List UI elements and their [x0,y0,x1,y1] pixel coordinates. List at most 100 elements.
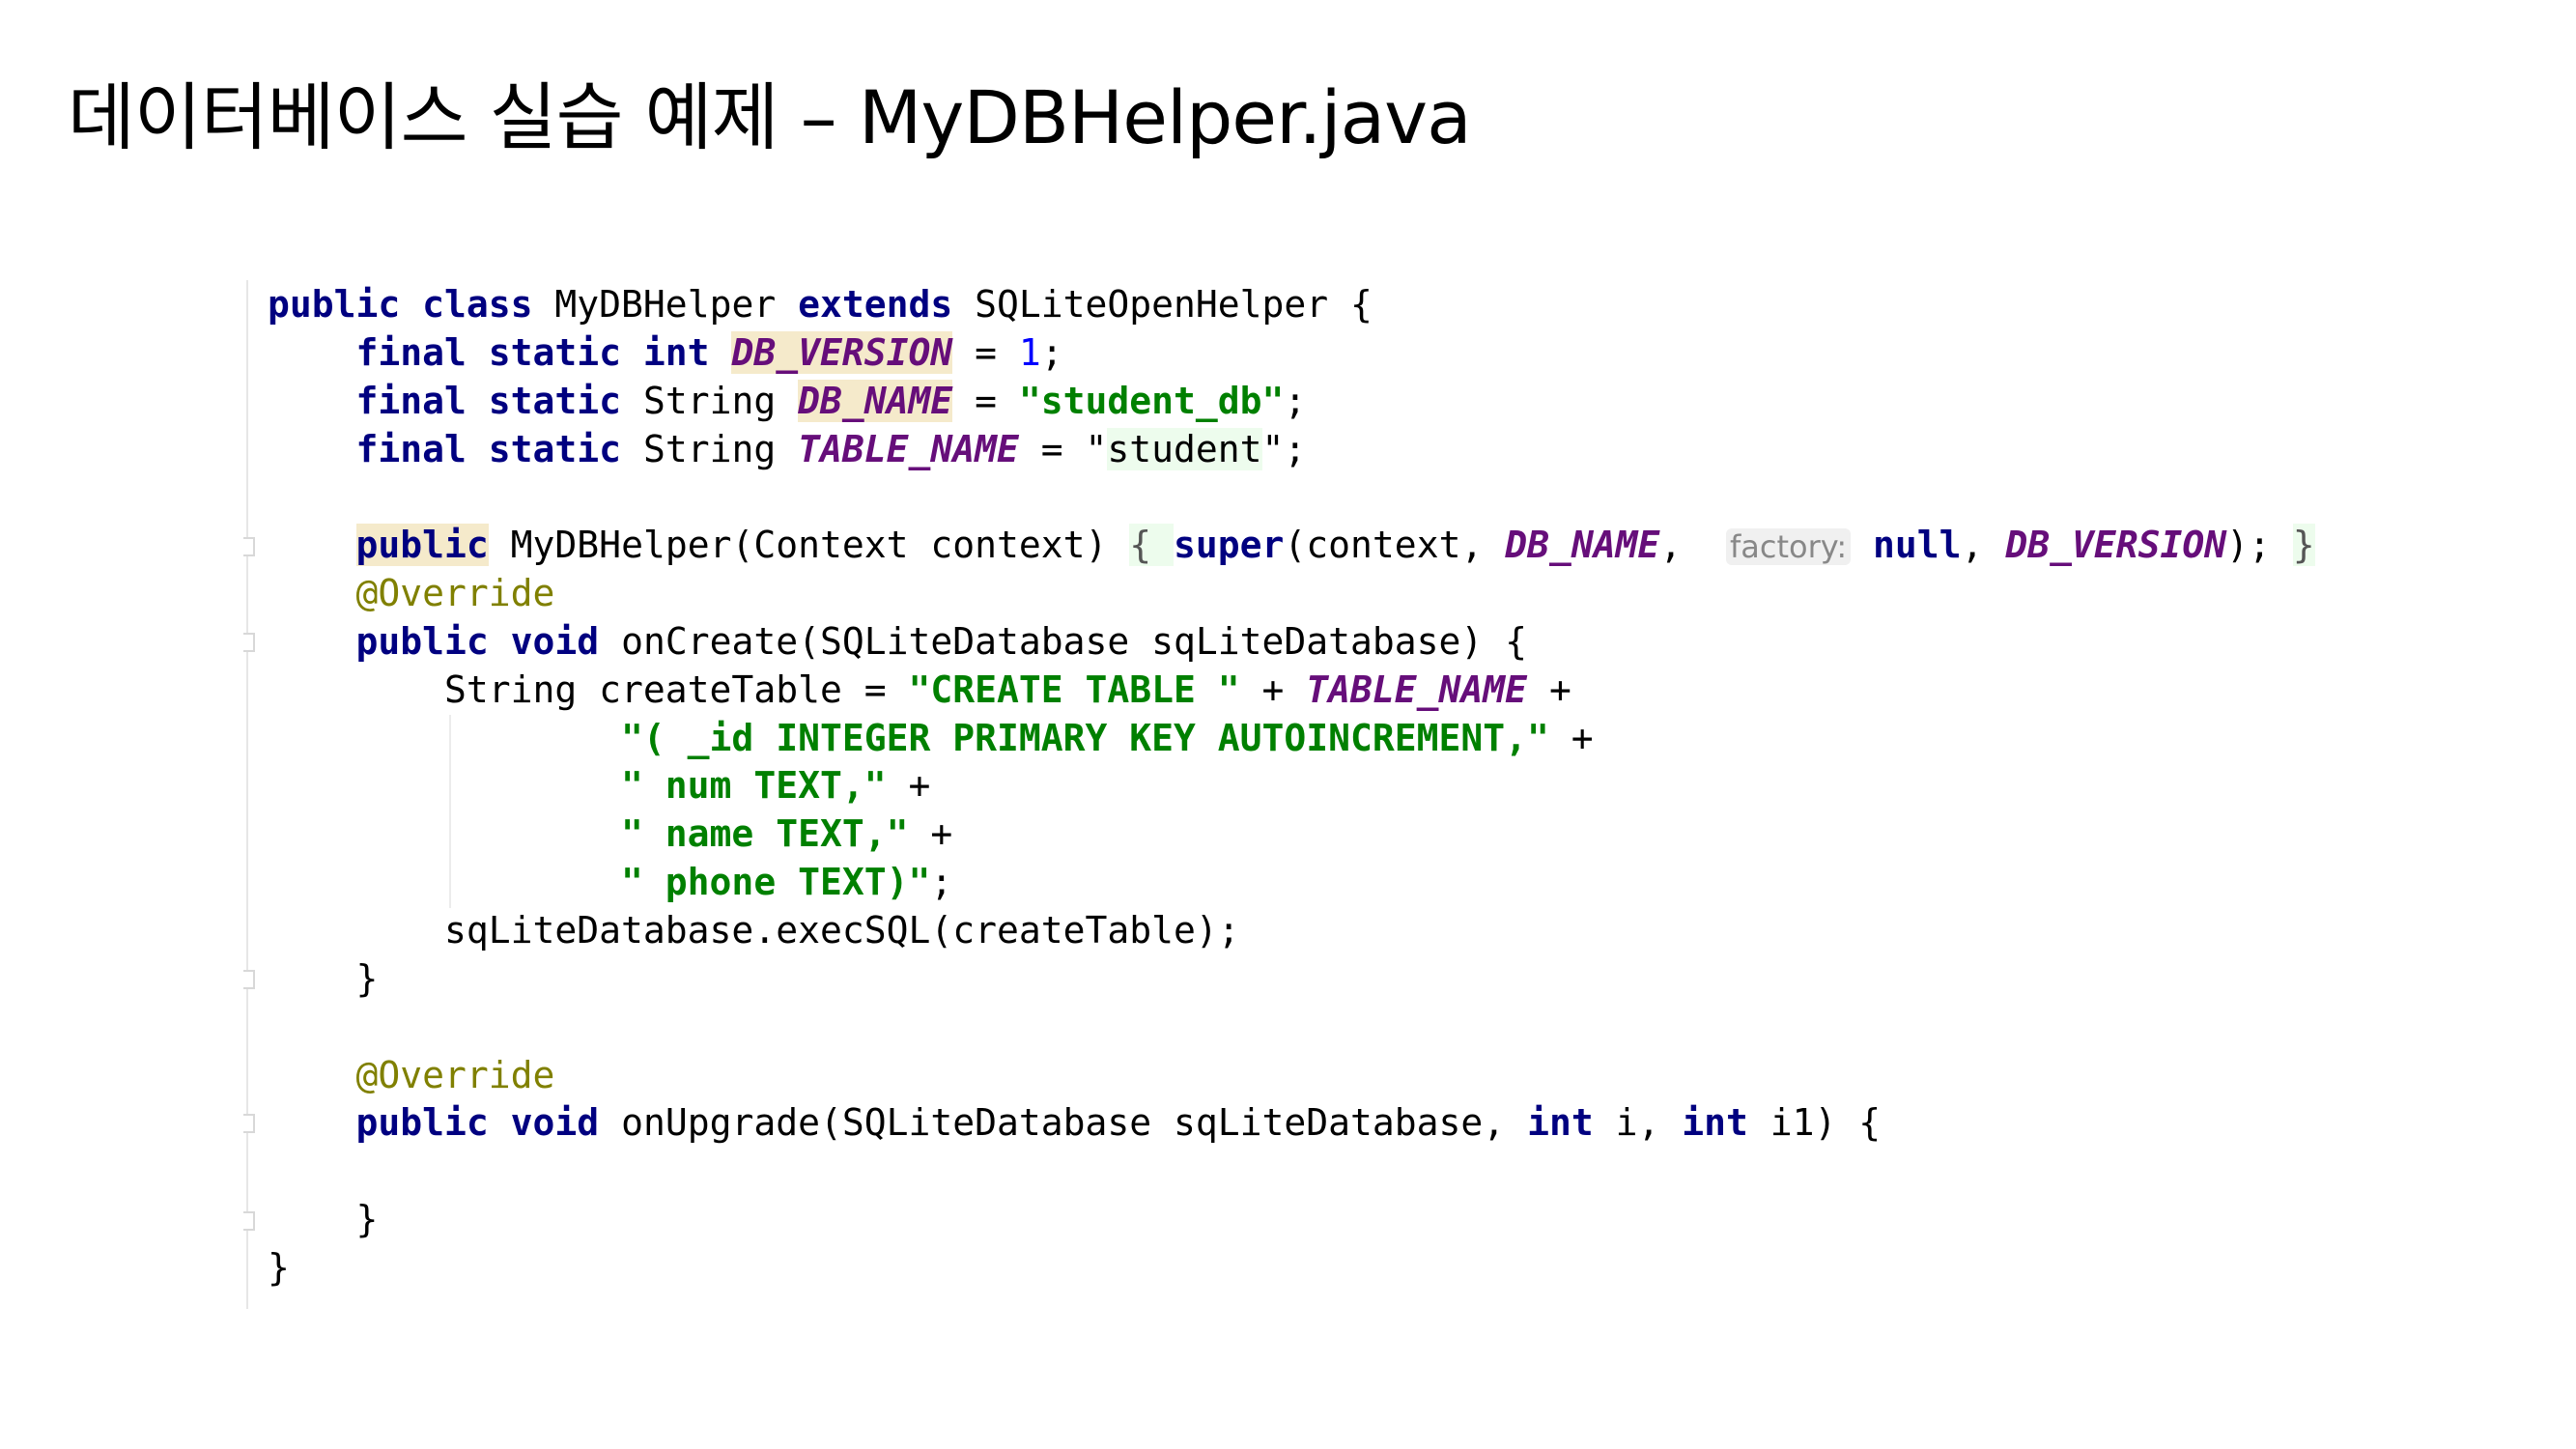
code-line: " name TEXT," + [268,810,2315,859]
fold-marker-icon[interactable] [243,1114,255,1133]
code-token: DB_NAME [798,379,953,422]
code-token: student [1107,427,1262,470]
code-line: " num TEXT," + [268,762,2315,810]
code-token: final static int [355,330,732,374]
fold-marker-icon[interactable] [243,1211,255,1231]
code-line: "( _id INTEGER PRIMARY KEY AUTOINCREMENT… [268,715,2315,763]
code-token: TABLE_NAME [798,427,1019,470]
code-token: null [1873,524,1962,567]
code-token: "CREATE TABLE " [908,668,1240,711]
parameter-hint: factory: [1726,528,1852,566]
code-token: public [355,524,489,567]
code-line: public class MyDBHelper extends SQLiteOp… [268,281,2315,329]
code-token: public void [355,619,622,663]
code-token: { [1129,524,1175,567]
editor-gutter [246,280,248,1309]
code-token: public void [355,1101,622,1145]
code-token: String [642,427,799,470]
code-token: ; [1040,330,1063,374]
code-token: + [1527,668,1571,711]
code-line: final static int DB_VERSION = 1; [268,329,2315,378]
code-token: int [1682,1101,1770,1145]
code-line: @Override [268,1052,2315,1100]
code-token: String createTable = [268,668,909,711]
code-token: extends [798,283,976,326]
code-token: @Override [355,1053,555,1096]
code-token: = " [1018,427,1108,470]
slide-title: 데이터베이스 실습 예제 – MyDBHelper.java [68,74,1472,160]
code-token: ; [1284,379,1307,422]
code-token: DB_NAME [1505,524,1660,567]
code-token: "( _id INTEGER PRIMARY KEY AUTOINCREMENT… [621,716,1549,759]
code-token: ; [930,861,953,904]
code-token: " num TEXT," [621,764,887,808]
code-token: 1 [1018,330,1041,374]
code-line: final static String TABLE_NAME = "studen… [268,426,2315,474]
code-line: sqLiteDatabase.execSQL(createTable); [268,907,2315,955]
code-token: = [952,330,1019,374]
code-token: + [886,764,931,808]
code-line: public MyDBHelper(Context context) { sup… [268,522,2315,570]
code-token: } [2292,524,2315,567]
code-token: , [1961,524,2006,567]
code-token: ); [2226,524,2293,567]
code-token: public class [268,283,555,326]
code-token: final static [355,379,643,422]
code-token: @Override [355,572,555,615]
code-line: @Override [268,570,2315,618]
code-token: , [1659,524,1726,567]
code-token: (context, [1284,524,1506,567]
code-token: + [908,812,953,856]
code-token: " name TEXT," [621,812,909,856]
code-line: " phone TEXT)"; [268,859,2315,907]
code-token: + [1239,668,1307,711]
code-token: } [268,1245,290,1289]
code-token: super [1174,524,1285,567]
code-token: i1) { [1769,1101,1882,1145]
code-line: } [268,955,2315,1004]
code-token: int [1527,1101,1616,1145]
code-line: public void onUpgrade(SQLiteDatabase sqL… [268,1099,2315,1148]
code-token: MyDBHelper(Context context) [488,524,1130,567]
code-token: String [642,379,799,422]
code-line: } [268,1244,2315,1293]
code-line: public void onCreate(SQLiteDatabase sqLi… [268,618,2315,667]
fold-marker-icon[interactable] [243,537,255,556]
code-line: } [268,1196,2315,1244]
code-token: final static [355,427,643,470]
code-token: "student_db" [1018,379,1285,422]
code-token: "; [1261,427,1307,470]
code-token: DB_VERSION [731,330,953,374]
code-token: MyDBHelper [554,283,799,326]
fold-marker-icon[interactable] [243,633,255,652]
code-editor[interactable]: public class MyDBHelper extends SQLiteOp… [268,281,2315,1293]
code-token: DB_VERSION [2005,524,2227,567]
code-token: = [952,379,1019,422]
code-token: SQLiteOpenHelper { [975,283,1373,326]
code-token: sqLiteDatabase.execSQL(createTable); [268,908,1240,952]
code-token: onUpgrade(SQLiteDatabase sqLiteDatabase, [621,1101,1528,1145]
code-token: } [268,956,379,1000]
code-token: } [268,1198,379,1241]
code-token: onCreate(SQLiteDatabase sqLiteDatabase) … [621,619,1528,663]
code-token: i, [1615,1101,1683,1145]
code-token: + [1548,716,1594,759]
fold-marker-icon[interactable] [243,970,255,989]
code-token: TABLE_NAME [1306,668,1528,711]
